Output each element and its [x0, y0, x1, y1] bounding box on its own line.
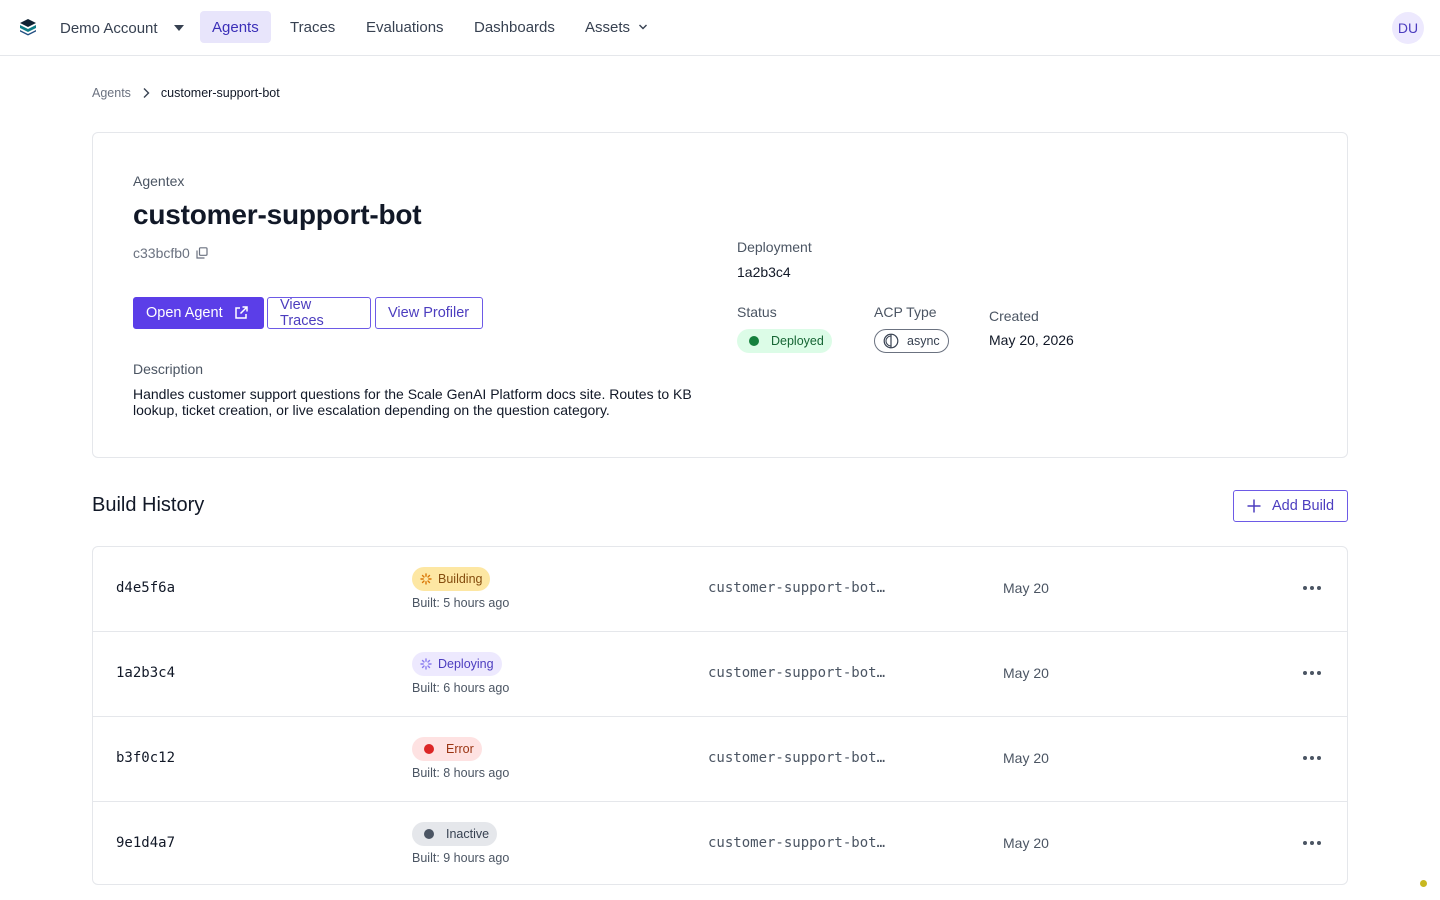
acp-type-label: ACP Type: [874, 304, 937, 320]
nav-traces-label: Traces: [290, 18, 336, 36]
status-label: Status: [737, 304, 777, 320]
table-row[interactable]: 9e1d4a7 Inactive Built: 9 hours ago cust…: [93, 802, 1347, 884]
breadcrumb-current: customer-support-bot: [160, 86, 280, 100]
nav-assets-label: Assets: [585, 18, 631, 36]
status-badge-label: Deployed: [771, 334, 824, 348]
copy-icon[interactable]: [196, 247, 208, 259]
build-status-label: Deploying: [438, 657, 494, 671]
more-horizontal-icon[interactable]: [1301, 832, 1323, 854]
add-build-label: Add Build: [1272, 498, 1335, 514]
spinner-icon: [420, 658, 432, 670]
split-circle-icon: [883, 333, 899, 349]
table-row[interactable]: d4e5f6a Building Built: 5 hours ago cust…: [93, 547, 1347, 632]
build-status-badge: Deploying: [412, 652, 502, 676]
build-time: Built: 9 hours ago: [412, 851, 510, 865]
top-nav: Demo Account Agents Traces Evaluations D…: [0, 0, 1440, 56]
nav-agents[interactable]: Agents: [200, 11, 271, 43]
deployment-label: Deployment: [737, 239, 812, 255]
build-image: customer-support-bot…: [708, 750, 886, 766]
open-agent-label: Open Agent: [146, 305, 223, 321]
view-traces-button[interactable]: View Traces: [267, 297, 371, 329]
account-switcher[interactable]: Demo Account: [60, 0, 184, 56]
build-history-table: d4e5f6a Building Built: 5 hours ago cust…: [92, 546, 1348, 885]
build-date: May 20: [1003, 665, 1049, 681]
build-id: 1a2b3c4: [116, 665, 176, 681]
build-id: 9e1d4a7: [116, 835, 176, 851]
status-badge: Deployed: [737, 329, 832, 353]
more-horizontal-icon[interactable]: [1301, 747, 1323, 769]
app-logo-icon[interactable]: [19, 18, 37, 36]
nav-agents-label: Agents: [212, 18, 259, 36]
agent-id: c33bcfb0: [133, 245, 208, 261]
build-status-label: Inactive: [446, 827, 490, 841]
spinner-icon: [420, 573, 432, 585]
chevron-down-icon: [639, 24, 648, 30]
view-profiler-button[interactable]: View Profiler: [375, 297, 483, 329]
chevron-right-icon: [143, 88, 150, 98]
nav-evaluations[interactable]: Evaluations: [354, 11, 456, 43]
build-date: May 20: [1003, 750, 1049, 766]
add-build-button[interactable]: Add Build: [1233, 490, 1348, 522]
breadcrumb: Agents customer-support-bot: [92, 84, 280, 102]
build-image: customer-support-bot…: [708, 580, 886, 596]
nav-dashboards[interactable]: Dashboards: [462, 11, 567, 43]
build-image: customer-support-bot…: [708, 835, 886, 851]
plus-icon: [1247, 499, 1261, 513]
agent-id-value: c33bcfb0: [133, 245, 190, 261]
acp-type-badge: async: [874, 329, 949, 353]
nav-traces[interactable]: Traces: [278, 11, 347, 43]
inactive-dot-icon: [424, 829, 434, 839]
table-row[interactable]: 1a2b3c4 Deploying Built: 6 hours ago cus…: [93, 632, 1347, 717]
open-agent-button[interactable]: Open Agent: [133, 297, 264, 329]
build-history-title: Build History: [92, 494, 205, 516]
table-row[interactable]: b3f0c12 Error Built: 8 hours ago custome…: [93, 717, 1347, 802]
acp-type-value: async: [907, 334, 940, 348]
build-status-badge: Building: [412, 567, 491, 591]
build-date: May 20: [1003, 580, 1049, 596]
build-status-badge: Inactive: [412, 822, 498, 846]
breadcrumb-agents-link[interactable]: Agents: [92, 86, 131, 100]
build-date: May 20: [1003, 835, 1049, 851]
description-text: Handles customer support questions for t…: [133, 386, 692, 418]
build-time: Built: 5 hours ago: [412, 596, 510, 610]
account-name: Demo Account: [60, 19, 158, 37]
build-status-label: Building: [438, 572, 483, 586]
page-title: customer-support-bot: [133, 199, 422, 230]
nav-assets[interactable]: Assets: [573, 11, 660, 43]
description-label: Description: [133, 361, 204, 377]
build-id: b3f0c12: [116, 750, 176, 766]
build-status-label: Error: [446, 742, 474, 756]
build-status-badge: Error: [412, 737, 482, 761]
agent-summary-card: Agentex customer-support-bot c33bcfb0 Op…: [92, 132, 1348, 458]
error-dot-icon: [424, 744, 434, 754]
deployment-value: 1a2b3c4: [737, 264, 791, 280]
view-profiler-label: View Profiler: [388, 305, 470, 321]
created-value: May 20, 2026: [989, 332, 1074, 348]
build-time: Built: 8 hours ago: [412, 766, 510, 780]
build-image: customer-support-bot…: [708, 665, 886, 681]
status-indicator-dot: [1420, 880, 1427, 887]
user-avatar[interactable]: DU: [1392, 12, 1424, 44]
caret-down-icon: [173, 25, 184, 31]
nav-evaluations-label: Evaluations: [366, 18, 444, 36]
build-id: d4e5f6a: [116, 580, 176, 596]
nav-dashboards-label: Dashboards: [474, 18, 555, 36]
view-traces-label: View Traces: [280, 297, 324, 329]
build-time: Built: 6 hours ago: [412, 681, 510, 695]
more-horizontal-icon[interactable]: [1301, 577, 1323, 599]
created-label: Created: [989, 308, 1039, 324]
status-dot-icon: [749, 336, 759, 346]
more-horizontal-icon[interactable]: [1301, 662, 1323, 684]
external-link-icon: [234, 306, 248, 319]
agent-eyebrow: Agentex: [133, 173, 185, 189]
